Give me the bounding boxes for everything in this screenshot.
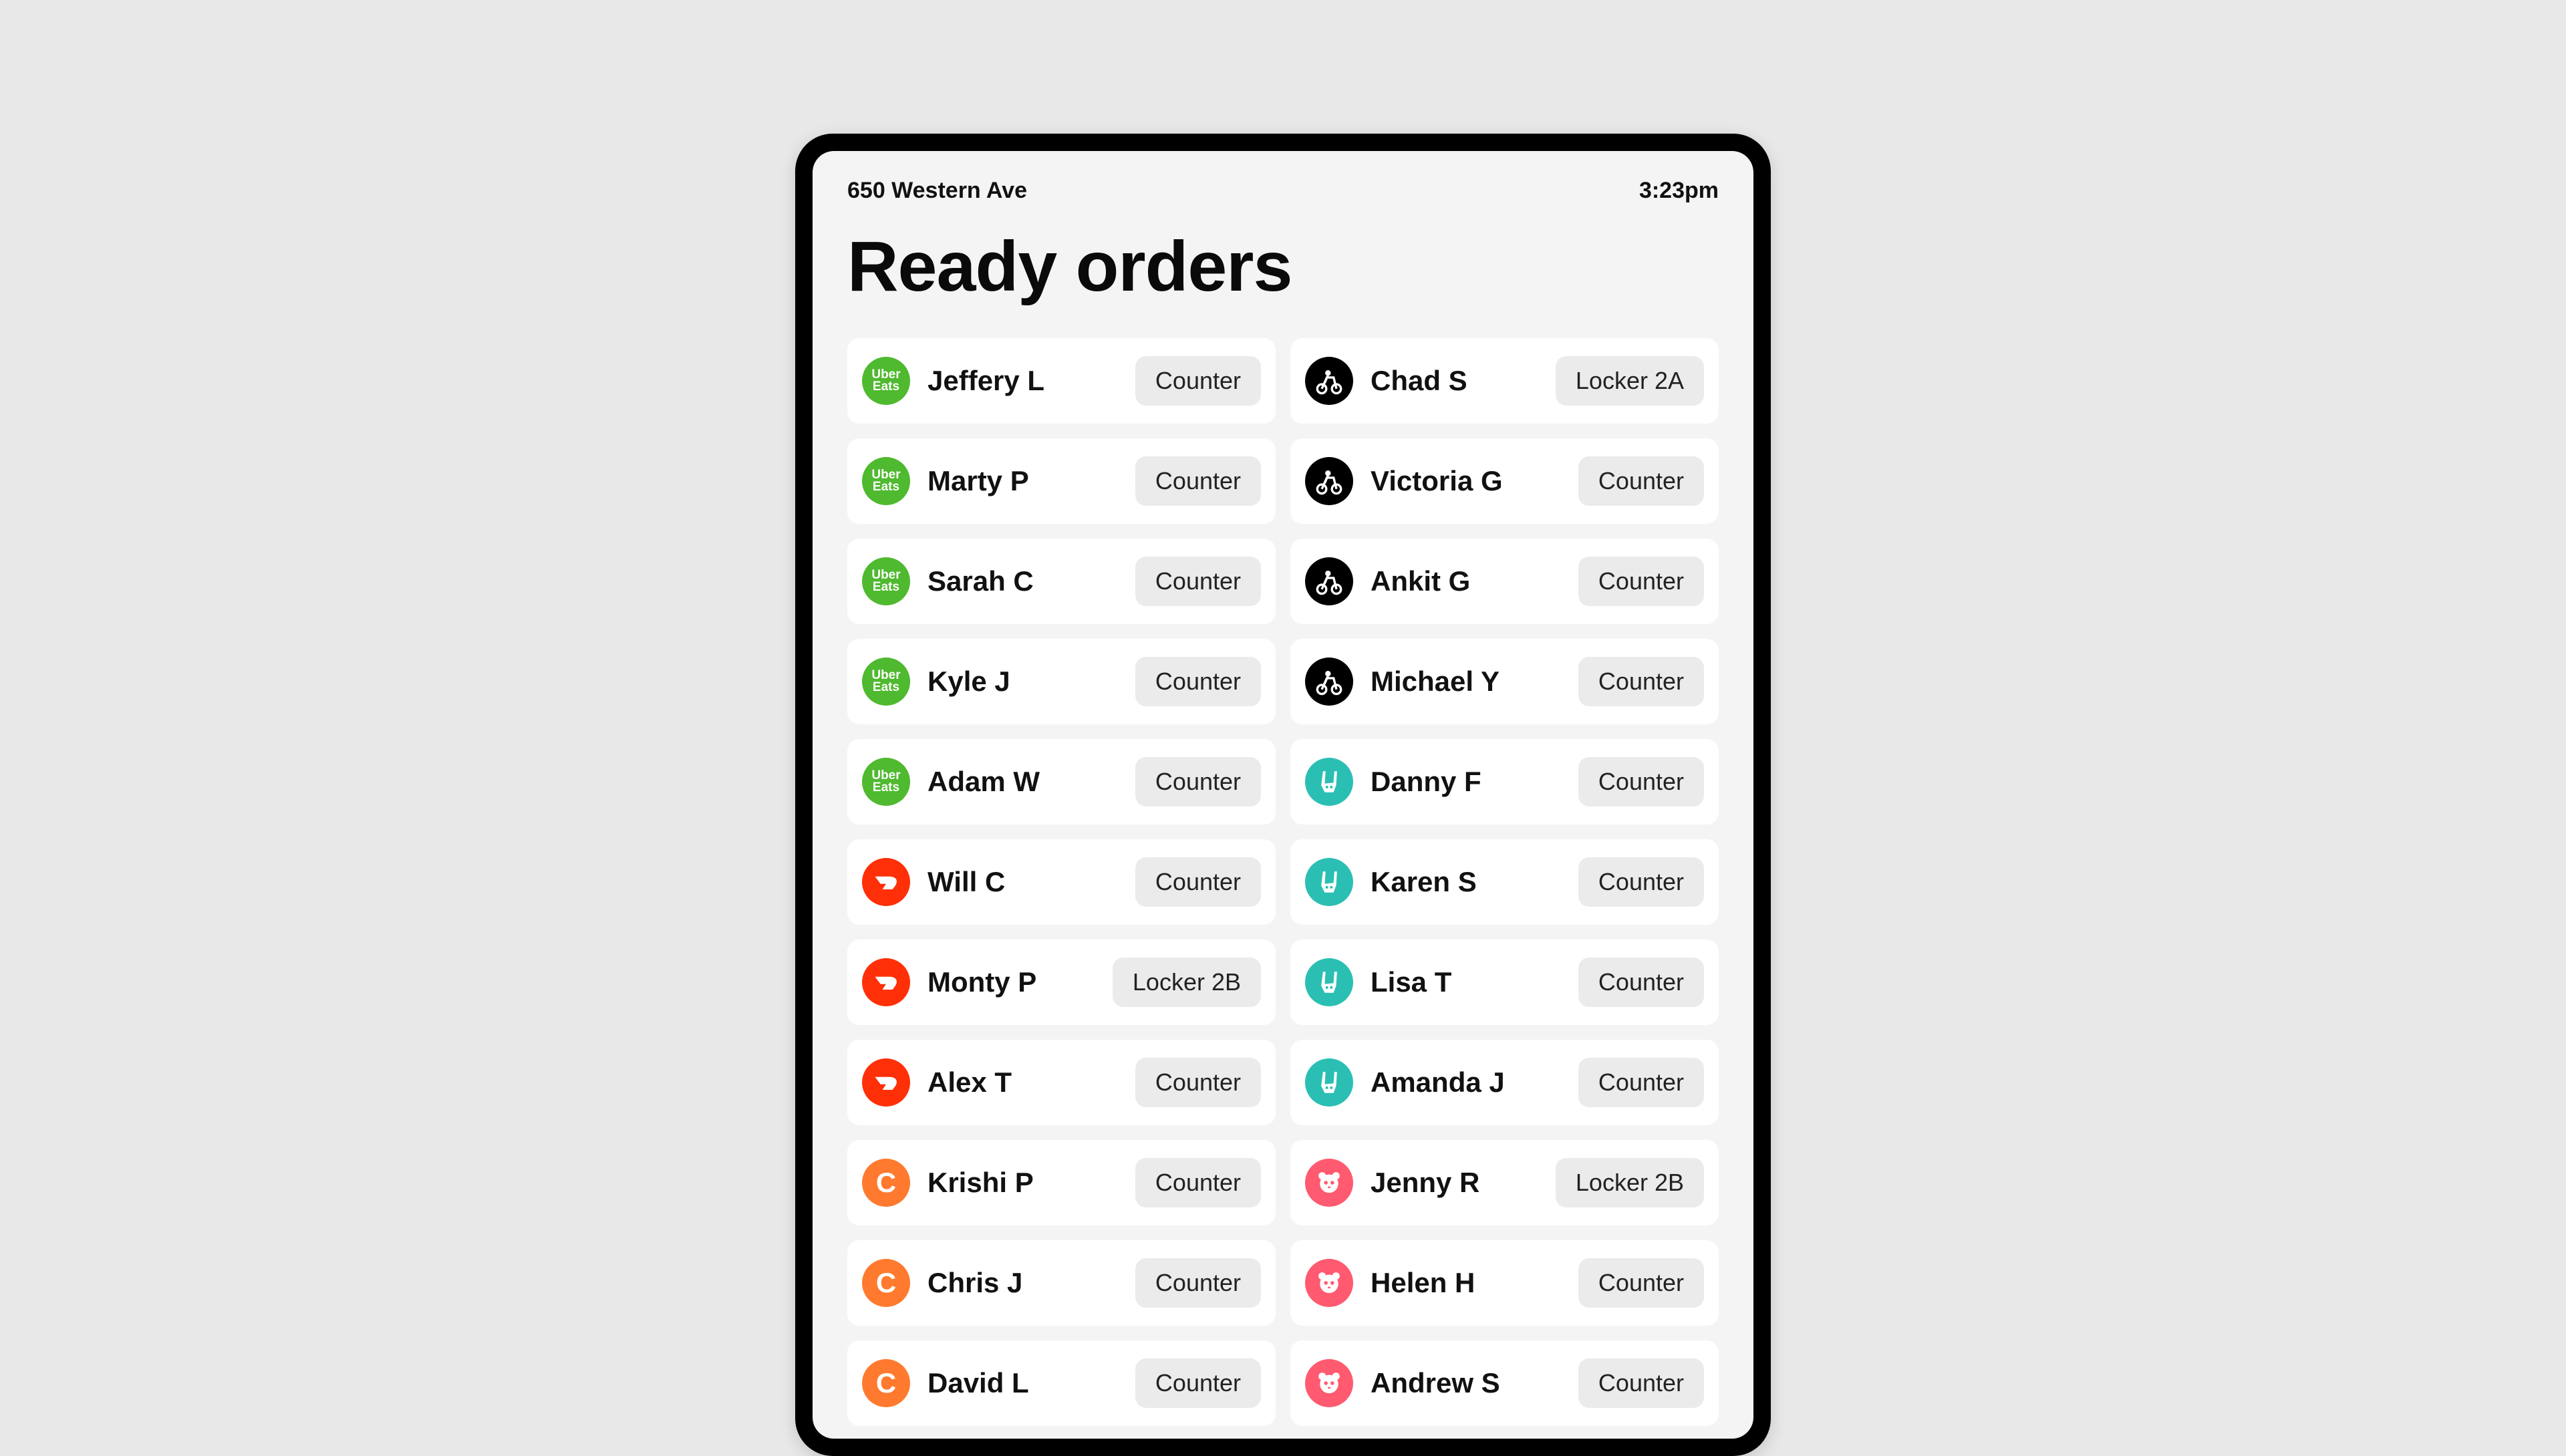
pickup-location-badge: Counter xyxy=(1135,1258,1261,1308)
doordash-icon xyxy=(862,1058,910,1107)
order-name: Sarah C xyxy=(928,565,1118,597)
foodpanda-icon xyxy=(1305,1159,1353,1207)
page-title: Ready orders xyxy=(847,227,1719,307)
order-card[interactable]: C David L Counter xyxy=(847,1340,1276,1426)
order-name: Ankit G xyxy=(1371,565,1561,597)
tablet-frame: 650 Western Ave 3:23pm Ready orders Uber… xyxy=(795,134,1771,1456)
deliveroo-icon xyxy=(1305,758,1353,806)
order-name: Amanda J xyxy=(1371,1066,1561,1099)
order-card[interactable]: UberEats Kyle J Counter xyxy=(847,639,1276,724)
postmates-icon xyxy=(1305,457,1353,505)
pickup-location-badge: Counter xyxy=(1135,657,1261,706)
order-card[interactable]: C Krishi P Counter xyxy=(847,1140,1276,1225)
tablet-screen: 650 Western Ave 3:23pm Ready orders Uber… xyxy=(813,151,1753,1439)
postmates-icon xyxy=(1305,658,1353,706)
pickup-location-badge: Counter xyxy=(1135,1158,1261,1207)
foodpanda-icon xyxy=(1305,1259,1353,1307)
pickup-location-badge: Counter xyxy=(1135,857,1261,907)
order-card[interactable]: Danny F Counter xyxy=(1290,739,1719,825)
caviar-icon: C xyxy=(862,1259,910,1307)
orders-grid: UberEats Jeffery L Counter Chad S Locker 2A… xyxy=(847,338,1719,1426)
pickup-location-badge: Counter xyxy=(1135,1058,1261,1107)
pickup-location-badge: Counter xyxy=(1578,958,1704,1007)
postmates-icon xyxy=(1305,357,1353,405)
pickup-location-badge: Counter xyxy=(1578,1358,1704,1408)
order-name: Marty P xyxy=(928,465,1118,497)
pickup-location-badge: Counter xyxy=(1578,857,1704,907)
order-card[interactable]: Amanda J Counter xyxy=(1290,1040,1719,1125)
order-card[interactable]: Monty P Locker 2B xyxy=(847,939,1276,1025)
order-name: Danny F xyxy=(1371,766,1561,798)
order-card[interactable]: Alex T Counter xyxy=(847,1040,1276,1125)
order-card[interactable]: Will C Counter xyxy=(847,839,1276,925)
pickup-location-badge: Counter xyxy=(1578,456,1704,506)
order-card[interactable]: UberEats Adam W Counter xyxy=(847,739,1276,825)
pickup-location-badge: Counter xyxy=(1578,1058,1704,1107)
pickup-location-badge: Locker 2B xyxy=(1113,958,1261,1007)
order-name: Karen S xyxy=(1371,866,1561,898)
header-bar: 650 Western Ave 3:23pm xyxy=(847,178,1719,204)
order-name: Adam W xyxy=(928,766,1118,798)
ubereats-icon: UberEats xyxy=(862,557,910,605)
pickup-location-badge: Counter xyxy=(1135,456,1261,506)
order-card[interactable]: UberEats Sarah C Counter xyxy=(847,539,1276,624)
pickup-location-badge: Counter xyxy=(1578,1258,1704,1308)
order-name: Chris J xyxy=(928,1267,1118,1299)
doordash-icon xyxy=(862,958,910,1006)
foodpanda-icon xyxy=(1305,1359,1353,1407)
caviar-icon: C xyxy=(862,1159,910,1207)
order-card[interactable]: Karen S Counter xyxy=(1290,839,1719,925)
order-name: Andrew S xyxy=(1371,1367,1561,1399)
order-name: Chad S xyxy=(1371,365,1538,397)
pickup-location-badge: Locker 2B xyxy=(1556,1158,1704,1207)
pickup-location-badge: Counter xyxy=(1135,1358,1261,1408)
order-card[interactable]: Andrew S Counter xyxy=(1290,1340,1719,1426)
order-card[interactable]: C Chris J Counter xyxy=(847,1240,1276,1326)
location-label: 650 Western Ave xyxy=(847,178,1027,204)
order-name: Krishi P xyxy=(928,1167,1118,1199)
order-card[interactable]: Victoria G Counter xyxy=(1290,438,1719,524)
order-card[interactable]: UberEats Jeffery L Counter xyxy=(847,338,1276,424)
pickup-location-badge: Counter xyxy=(1578,557,1704,606)
order-name: Victoria G xyxy=(1371,465,1561,497)
order-card[interactable]: Jenny R Locker 2B xyxy=(1290,1140,1719,1225)
order-name: Jeffery L xyxy=(928,365,1118,397)
order-name: Kyle J xyxy=(928,666,1118,698)
caviar-icon: C xyxy=(862,1359,910,1407)
order-card[interactable]: Chad S Locker 2A xyxy=(1290,338,1719,424)
order-name: Monty P xyxy=(928,966,1095,998)
pickup-location-badge: Counter xyxy=(1135,356,1261,406)
order-name: Helen H xyxy=(1371,1267,1561,1299)
doordash-icon xyxy=(862,858,910,906)
order-name: Lisa T xyxy=(1371,966,1561,998)
deliveroo-icon xyxy=(1305,858,1353,906)
deliveroo-icon xyxy=(1305,1058,1353,1107)
order-card[interactable]: Ankit G Counter xyxy=(1290,539,1719,624)
ubereats-icon: UberEats xyxy=(862,658,910,706)
pickup-location-badge: Locker 2A xyxy=(1556,356,1704,406)
order-card[interactable]: UberEats Marty P Counter xyxy=(847,438,1276,524)
time-label: 3:23pm xyxy=(1639,178,1719,204)
ubereats-icon: UberEats xyxy=(862,758,910,806)
pickup-location-badge: Counter xyxy=(1135,757,1261,807)
order-card[interactable]: Helen H Counter xyxy=(1290,1240,1719,1326)
deliveroo-icon xyxy=(1305,958,1353,1006)
order-card[interactable]: Michael Y Counter xyxy=(1290,639,1719,724)
order-card[interactable]: Lisa T Counter xyxy=(1290,939,1719,1025)
pickup-location-badge: Counter xyxy=(1135,557,1261,606)
order-name: Michael Y xyxy=(1371,666,1561,698)
postmates-icon xyxy=(1305,557,1353,605)
order-name: Alex T xyxy=(928,1066,1118,1099)
pickup-location-badge: Counter xyxy=(1578,757,1704,807)
ubereats-icon: UberEats xyxy=(862,357,910,405)
ubereats-icon: UberEats xyxy=(862,457,910,505)
order-name: Jenny R xyxy=(1371,1167,1538,1199)
order-name: David L xyxy=(928,1367,1118,1399)
pickup-location-badge: Counter xyxy=(1578,657,1704,706)
order-name: Will C xyxy=(928,866,1118,898)
